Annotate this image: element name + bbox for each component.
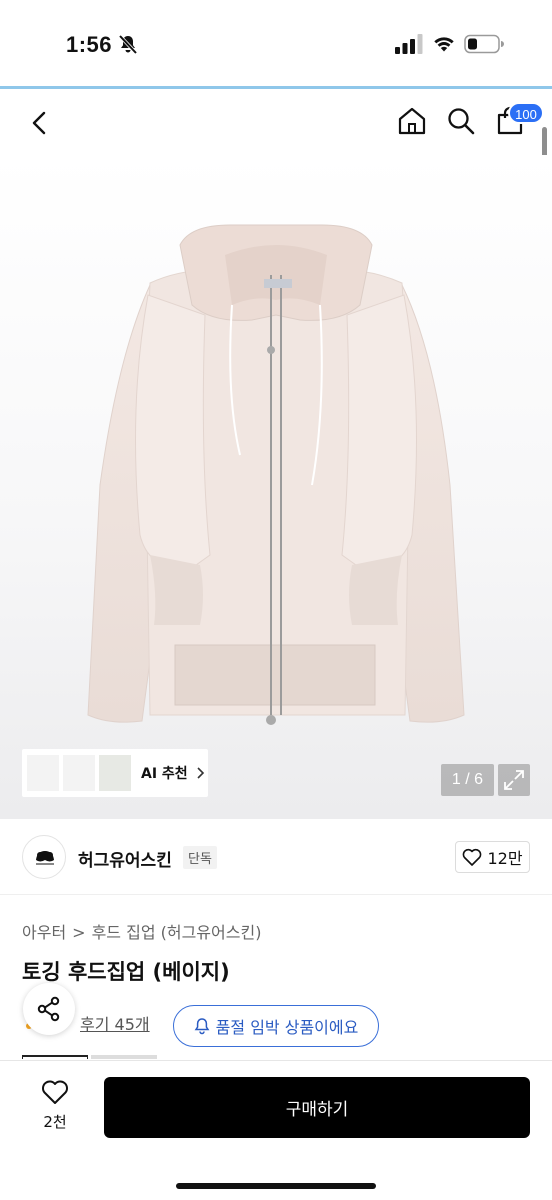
share-button[interactable] bbox=[23, 983, 75, 1035]
wifi-icon bbox=[434, 37, 454, 52]
brand-logo[interactable] bbox=[22, 835, 66, 879]
back-icon[interactable] bbox=[24, 107, 56, 139]
breadcrumb-separator: > bbox=[72, 923, 86, 942]
recommend-thumbnail[interactable] bbox=[99, 755, 131, 791]
breadcrumb-item[interactable]: 후드 집업 (허그유어스킨) bbox=[92, 923, 262, 942]
option-chip[interactable] bbox=[91, 1055, 157, 1059]
signal-icon bbox=[395, 34, 423, 54]
status-time: 1:56 bbox=[66, 32, 113, 57]
restock-alert-label: 품절 임박 상품이에요 bbox=[215, 1018, 359, 1037]
home-indicator bbox=[176, 1183, 376, 1189]
search-icon[interactable] bbox=[445, 105, 477, 137]
restock-alert-button[interactable]: 품절 임박 상품이에요 bbox=[173, 1005, 379, 1047]
exclusive-tag: 단독 bbox=[183, 846, 217, 869]
home-icon[interactable] bbox=[396, 105, 428, 137]
product-image[interactable]: AI 추천 1 / 6 bbox=[0, 155, 552, 819]
brand-like-count: 12만 bbox=[487, 849, 523, 868]
bottom-bar: 2천 구매하기 bbox=[0, 1060, 552, 1200]
ai-recommend-panel[interactable]: AI 추천 bbox=[22, 749, 208, 797]
brand-name[interactable]: 허그유어스킨 bbox=[78, 846, 172, 871]
product-title: 토깅 후드집업 (베이지) bbox=[22, 960, 230, 984]
brand-like-button[interactable]: 12만 bbox=[455, 841, 530, 873]
ai-recommend-label[interactable]: AI 추천 bbox=[141, 763, 188, 783]
expand-icon[interactable] bbox=[498, 764, 530, 796]
buy-button[interactable]: 구매하기 bbox=[104, 1077, 530, 1138]
wishlist-button[interactable]: 2천 bbox=[30, 1079, 80, 1135]
cart-count-badge: 100 bbox=[508, 102, 544, 124]
hoodie-photo bbox=[87, 224, 465, 725]
option-chip[interactable] bbox=[22, 1055, 88, 1059]
brand-row: 허그유어스킨 단독 12만 bbox=[0, 819, 552, 895]
status-bar: 1:56 bbox=[0, 0, 552, 88]
breadcrumb-item[interactable]: 아우터 bbox=[22, 923, 66, 942]
recommend-thumbnail[interactable] bbox=[27, 755, 59, 791]
wishlist-count: 2천 bbox=[43, 1113, 67, 1131]
heart-icon bbox=[463, 848, 482, 866]
breadcrumb: 아우터 > 후드 집업 (허그유어스킨) bbox=[22, 919, 261, 943]
share-icon bbox=[37, 996, 60, 1022]
battery-icon bbox=[464, 34, 504, 54]
image-counter: 1 / 6 bbox=[441, 764, 494, 796]
app-header: 100 bbox=[0, 89, 552, 155]
review-link[interactable]: 후기 45개 bbox=[80, 1011, 150, 1035]
bell-off-icon bbox=[118, 34, 138, 55]
heart-icon bbox=[42, 1080, 68, 1104]
recommend-thumbnail[interactable] bbox=[63, 755, 95, 791]
chevron-right-icon bbox=[197, 767, 204, 779]
bell-icon bbox=[194, 1018, 210, 1035]
brand-logo-icon bbox=[36, 851, 54, 865]
